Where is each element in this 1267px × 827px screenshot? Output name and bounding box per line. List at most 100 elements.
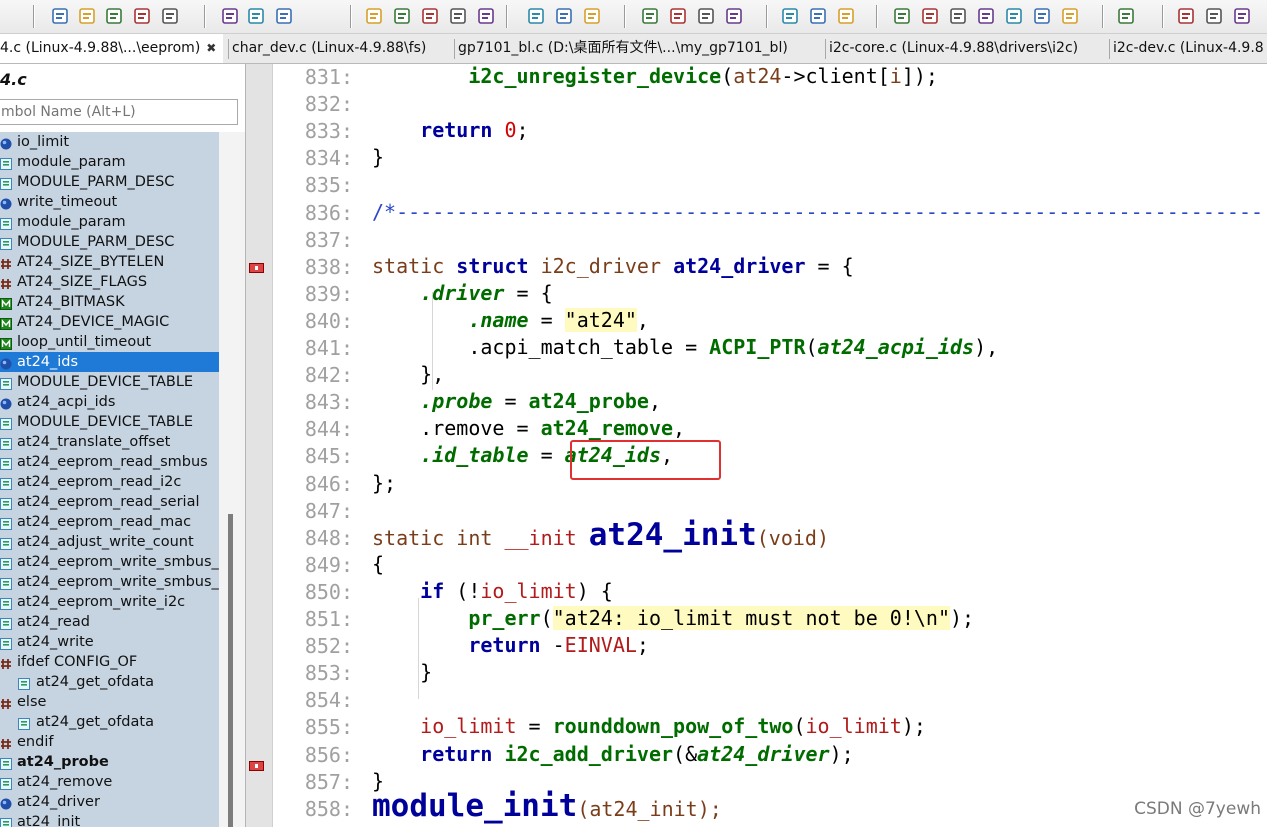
- go-line-icon[interactable]: [582, 6, 602, 26]
- symbol-item[interactable]: AT24_SIZE_FLAGS: [0, 272, 219, 292]
- symbol-item[interactable]: module_param: [0, 212, 219, 232]
- sync-icon[interactable]: [1004, 6, 1024, 26]
- collapse-icon[interactable]: [1232, 6, 1252, 26]
- code-token: (&: [673, 741, 698, 766]
- book-icon[interactable]: [696, 6, 716, 26]
- code-line: return i2c_add_driver(&at24_driver);: [372, 742, 854, 766]
- code-token: }: [372, 660, 433, 685]
- symbol-item[interactable]: at24_write: [0, 632, 219, 652]
- symbol-item[interactable]: MODULE_PARM_DESC: [0, 172, 219, 192]
- replace-icon[interactable]: [448, 6, 468, 26]
- new-file-icon[interactable]: [50, 6, 70, 26]
- file-list-icon[interactable]: [976, 6, 996, 26]
- copy-icon[interactable]: [246, 6, 266, 26]
- symbol-item[interactable]: at24_eeprom_read_smbus: [0, 452, 219, 472]
- tab-label: i2c-core.c (Linux-4.9.88\drivers\i2c): [829, 40, 1079, 56]
- line-number: 844:: [304, 417, 353, 442]
- symbol-item[interactable]: at24_remove: [0, 772, 219, 792]
- browse-icon[interactable]: [920, 6, 940, 26]
- jump-tag-icon[interactable]: [724, 6, 744, 26]
- refresh-icon[interactable]: [1060, 6, 1080, 26]
- symbol-item[interactable]: at24_eeprom_write_smbus_: [0, 552, 219, 572]
- save-icon[interactable]: [104, 6, 124, 26]
- symbol-item[interactable]: module_param: [0, 152, 219, 172]
- code-token: .remove =: [372, 416, 541, 441]
- symbol-item[interactable]: at24_init: [0, 812, 219, 827]
- line-number: 850:: [304, 579, 353, 604]
- dictionary-icon[interactable]: [668, 6, 688, 26]
- symbol-item[interactable]: io_limit: [0, 132, 219, 152]
- symbol-item[interactable]: at24_acpi_ids: [0, 392, 219, 412]
- toggle-mode-icon[interactable]: [476, 6, 496, 26]
- symbol-item[interactable]: at24_eeprom_write_i2c: [0, 592, 219, 612]
- layout-a-icon[interactable]: [780, 6, 800, 26]
- expand-icon[interactable]: [1204, 6, 1224, 26]
- symbol-item[interactable]: MODULE_DEVICE_TABLE: [0, 412, 219, 432]
- symbol-item[interactable]: at24_read: [0, 612, 219, 632]
- mark-next-icon[interactable]: [554, 6, 574, 26]
- symbol-item[interactable]: at24_eeprom_read_i2c: [0, 472, 219, 492]
- plus-minus-icon[interactable]: [1176, 6, 1196, 26]
- code-line: .remove = at24_remove,: [372, 416, 685, 440]
- symbol-item[interactable]: at24_eeprom_read_serial: [0, 492, 219, 512]
- bird-icon[interactable]: [1116, 6, 1136, 26]
- project-icon[interactable]: [892, 6, 912, 26]
- symbol-item[interactable]: at24_get_ofdata: [0, 712, 219, 732]
- code-line: return -EINVAL;: [372, 633, 649, 657]
- symbol-item[interactable]: at24_adjust_write_count: [0, 532, 219, 552]
- symbol-item[interactable]: endif: [0, 732, 219, 752]
- symbol-item[interactable]: ifdef CONFIG_OF: [0, 652, 219, 672]
- line-number: 838:: [304, 254, 353, 279]
- code-line: return 0;: [372, 118, 528, 142]
- jump-prev-icon[interactable]: [392, 6, 412, 26]
- globe-symbol-icon: [0, 396, 12, 410]
- code-token: pr_err: [372, 606, 541, 630]
- tree-icon[interactable]: [948, 6, 968, 26]
- symbol-item[interactable]: MODULE_PARM_DESC: [0, 232, 219, 252]
- scrollbar-thumb[interactable]: [228, 514, 233, 827]
- layout-b-icon[interactable]: [808, 6, 828, 26]
- func-symbol-icon: [18, 676, 30, 690]
- symbol-item[interactable]: MODULE_DEVICE_TABLE: [0, 372, 219, 392]
- cut-icon[interactable]: [220, 6, 240, 26]
- bookmark-icon[interactable]: [640, 6, 660, 26]
- symbol-item[interactable]: at24_translate_offset: [0, 432, 219, 452]
- close-file-icon[interactable]: [160, 6, 180, 26]
- layout-c-icon[interactable]: [836, 6, 856, 26]
- symbol-item[interactable]: AT24_BITMASK: [0, 292, 219, 312]
- symbol-item[interactable]: AT24_DEVICE_MAGIC: [0, 312, 219, 332]
- breakpoint-marker-icon[interactable]: [249, 761, 264, 771]
- tile-icon[interactable]: [1032, 6, 1052, 26]
- symbol-item[interactable]: else: [0, 692, 219, 712]
- symbol-item[interactable]: at24_get_ofdata: [0, 672, 219, 692]
- symbol-item[interactable]: at24_eeprom_write_smbus_: [0, 572, 219, 592]
- code-token: (: [793, 714, 806, 739]
- symbol-item[interactable]: at24_eeprom_read_mac: [0, 512, 219, 532]
- symbol-item[interactable]: at24_driver: [0, 792, 219, 812]
- line-number: 853:: [304, 661, 353, 686]
- code-token: };: [372, 470, 397, 495]
- symbol-item[interactable]: at24_ids: [0, 352, 219, 372]
- find-icon[interactable]: [364, 6, 384, 26]
- symbol-item[interactable]: at24_probe: [0, 752, 219, 772]
- symbol-list-scrollbar[interactable]: [219, 132, 245, 827]
- tab-close-icon[interactable]: ✖: [206, 41, 216, 55]
- symbol-item[interactable]: loop_until_timeout: [0, 332, 219, 352]
- jump-next-icon[interactable]: [420, 6, 440, 26]
- tab-5[interactable]: i2c-dev.c (Linux-4.9.8: [1113, 34, 1267, 63]
- tab-separator: [228, 39, 229, 59]
- symbol-item[interactable]: AT24_SIZE_BYTELEN: [0, 252, 219, 272]
- symbol-search-input[interactable]: [0, 99, 238, 125]
- symbol-label: at24_get_ofdata: [36, 714, 154, 730]
- breakpoint-marker-icon[interactable]: [249, 263, 264, 273]
- symbol-item[interactable]: write_timeout: [0, 192, 219, 212]
- tab-4[interactable]: i2c-core.c (Linux-4.9.88\drivers\i2c): [829, 34, 1105, 63]
- tab-1[interactable]: 4.c (Linux-4.9.88\...\eeprom) ✖: [0, 34, 223, 63]
- code-editor[interactable]: 831: i2c_unregister_device(at24->client[…: [273, 64, 1267, 827]
- save-all-icon[interactable]: [132, 6, 152, 26]
- paste-icon[interactable]: [274, 6, 294, 26]
- open-folder-icon[interactable]: [77, 6, 97, 26]
- tab-2[interactable]: char_dev.c (Linux-4.9.88\fs): [232, 34, 448, 63]
- tab-3[interactable]: gp7101_bl.c (D:\桌面所有文件\...\my_gp7101_bl): [458, 34, 820, 63]
- mark-prev-icon[interactable]: [526, 6, 546, 26]
